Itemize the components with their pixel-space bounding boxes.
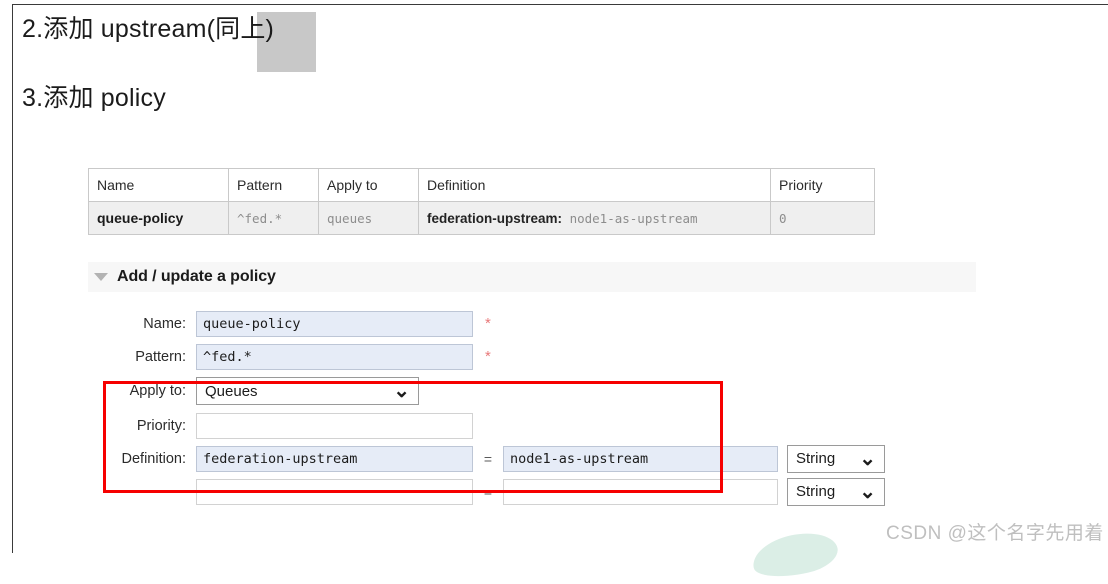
definition-type-select-2[interactable]: String [787,477,885,506]
definition-value-input-1[interactable] [503,445,778,472]
cell-definition: federation-upstream: node1-as-upstream [418,201,771,235]
form-row-definition-1: Definition: = String ⌄ [96,443,1096,474]
definition-type-select-wrapper-1[interactable]: String ⌄ [787,444,885,473]
definition-value-text: node1-as-upstream [569,210,698,226]
form-row-definition-2: = String ⌄ [96,476,1096,507]
definition-type-select-wrapper-2[interactable]: String ⌄ [787,477,885,506]
csdn-watermark: CSDN @这个名字先用着 [886,523,1104,544]
definition-type-select-1[interactable]: String [787,444,885,473]
definition-value-input-2[interactable] [503,478,778,505]
equals-sign-2: = [483,483,493,500]
apply-to-select-wrapper[interactable]: Queues ⌄ [196,377,419,405]
label-apply-to: Apply to: [129,383,186,399]
cell-apply-to: queues [318,201,419,235]
label-definition: Definition: [121,450,186,467]
label-pattern: Pattern: [135,348,186,365]
label-name: Name: [143,315,186,332]
cell-pattern: ^fed.* [228,201,319,235]
heading-add-upstream-text: 2.添加 upstream(同上) [22,15,275,43]
decorative-blob [748,526,842,584]
cell-priority: 0 [770,201,875,235]
form-row-priority: Priority: [96,410,1096,441]
section-header-add-update-policy[interactable]: Add / update a policy [88,262,976,292]
label-priority: Priority: [136,417,186,434]
equals-sign-1: = [483,450,493,467]
name-input[interactable] [196,310,473,337]
form-row-apply-to: Apply to: Queues ⌄ [96,374,1096,408]
apply-to-select[interactable]: Queues [196,377,419,405]
column-header-pattern: Pattern [228,168,319,202]
heading-add-upstream: 2.添加 upstream(同上) [22,9,316,72]
form-row-name: Name: * [96,308,1096,339]
definition-key-input-1[interactable] [196,445,473,472]
required-asterisk-pattern: * [485,348,491,365]
definition-key-input-2[interactable] [196,478,473,505]
column-header-definition: Definition [418,168,771,202]
table-header-row: Name Pattern Apply to Definition Priorit… [88,168,875,202]
section-title: Add / update a policy [117,268,276,285]
column-header-priority: Priority [770,168,875,202]
column-header-name: Name [88,168,229,202]
table-row[interactable]: queue-policy ^fed.* queues federation-up… [88,201,875,235]
required-asterisk-name: * [485,315,491,332]
priority-input[interactable] [196,412,473,439]
form-row-pattern: Pattern: * [96,341,1096,372]
column-header-apply-to: Apply to [318,168,419,202]
heading-add-policy: 3.添加 policy [22,84,166,112]
definition-key-text: federation-upstream: [427,210,563,226]
triangle-down-icon[interactable] [94,273,108,281]
policy-table: Name Pattern Apply to Definition Priorit… [88,168,875,235]
add-update-policy-form: Name: * Pattern: * Apply to: Queues ⌄ Pr… [96,308,1096,509]
pattern-input[interactable] [196,343,473,370]
cell-name: queue-policy [88,201,229,235]
